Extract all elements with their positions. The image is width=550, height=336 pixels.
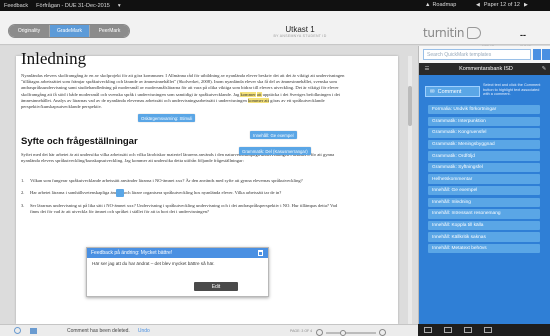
zoom-slider[interactable]	[326, 329, 376, 336]
list-item: 1. Vilkan som fungerar språkutvecklande a…	[21, 178, 303, 183]
highlighted-text[interactable]: kommer att	[247, 97, 269, 103]
print-icon[interactable]	[30, 327, 37, 334]
edit-button[interactable]: Edit	[194, 282, 238, 291]
zoom-out-icon[interactable]	[316, 329, 323, 336]
tab-grademark[interactable]: GradeMark	[49, 25, 89, 37]
scrollbar-thumb[interactable]	[408, 86, 412, 126]
roadmap-label: Roadmap	[432, 2, 457, 8]
panel-title: Kommentarsbank ISD	[459, 66, 513, 72]
list-view-icon[interactable]	[444, 327, 452, 333]
next-paper-icon[interactable]: ▶	[524, 2, 528, 8]
comment-bubble-icon[interactable]	[116, 189, 124, 197]
document-scrollbar[interactable]	[408, 56, 412, 324]
mode-tabs: Originality GradeMark PeerMark	[8, 24, 130, 38]
popup-title: Feedback på ändring: Mycket bättre!	[91, 250, 173, 256]
list-item: 2. Har arbetet lärarna i samhällsvetenska…	[21, 190, 282, 196]
document-title: Utkast 1	[285, 25, 315, 34]
status-bar: Comment has been deleted. Undo PAGE: 3 O…	[0, 324, 418, 336]
quickmark-item[interactable]: Grammatik: Kongruensfel	[428, 128, 540, 138]
quickmark-search-input[interactable]: Search QuickMark templates	[423, 49, 531, 60]
highlighted-text[interactable]: kommer	[240, 91, 256, 97]
quickmark-list-area: ✉ Comment Select text and click the Comm…	[419, 75, 550, 324]
grade-score[interactable]: --	[520, 30, 526, 40]
feedback-popup: Feedback på ändring: Mycket bättre! Här …	[86, 247, 269, 297]
help-icon[interactable]	[14, 327, 21, 334]
quickmark-item[interactable]: Innehåll: Metatext behövs	[428, 243, 540, 254]
quickmark-item[interactable]: Innehåll: Koppla till källa	[428, 220, 540, 231]
qm-view-icon[interactable]	[424, 327, 432, 333]
document-title-block: Utkast 1 BY ANSEMNYA STUDENT ID	[240, 25, 360, 38]
comment-tag[interactable]: Oskärgemsvarning: Stimuli	[138, 114, 196, 122]
quickmark-item[interactable]: Formalia: Undvik förkortningar	[428, 105, 540, 115]
zoom-control	[316, 329, 386, 336]
purpose-paragraph[interactable]: Syftet med det här arbetet är att unders…	[21, 152, 346, 176]
comment-tag[interactable]: Innehåll: Ge exempel	[250, 131, 297, 139]
status-message: Comment has been deleted.	[67, 327, 130, 334]
settings-view-icon[interactable]	[484, 327, 492, 333]
popup-body: Här ser jag att du har ändrat – det blev…	[92, 261, 215, 266]
comment-button-label: Comment	[437, 88, 462, 95]
turnitin-logo: turnitin	[423, 26, 482, 40]
quickmark-list: Formalia: Undvik förkortningar Grammatik…	[428, 105, 540, 256]
quickmark-item[interactable]: Innehåll: Intressant resonemang	[428, 209, 540, 219]
quickmark-panel: Search QuickMark templates ☰ Kommentarsb…	[418, 46, 550, 324]
trash-icon[interactable]	[258, 250, 263, 256]
quickmark-item[interactable]: Helhetskommentar	[428, 174, 540, 184]
text-tool-icon[interactable]	[542, 49, 550, 60]
header: Originality GradeMark PeerMark Utkast 1 …	[0, 11, 550, 48]
feedback-menu[interactable]: Feedback	[4, 3, 28, 9]
quickmark-item[interactable]: Innehåll: Källkritik saknas	[428, 232, 540, 242]
text-run: Nyanländas elevers skolframgång är en av	[21, 73, 101, 78]
quickmark-item[interactable]: Grammatik: Syftningsfel	[428, 162, 540, 173]
panel-header: ☰ Kommentarsbank ISD ✎	[419, 63, 550, 75]
assignment-menu[interactable]: Förfrågan - DUE 31-Dec-2015	[36, 3, 110, 9]
zoom-in-icon[interactable]	[379, 329, 386, 336]
roadmap-button[interactable]: ▲ Roadmap	[425, 2, 456, 8]
comment-icon: ✉	[430, 88, 435, 95]
tab-originality[interactable]: Originality	[9, 25, 49, 37]
quickmark-item[interactable]: Innehåll: Inledning	[428, 197, 540, 208]
document-heading: Inledning	[21, 49, 87, 68]
wrench-icon[interactable]: ✎	[537, 66, 550, 72]
panel-status-bar	[418, 324, 550, 336]
quickmark-item[interactable]: Grammatik: Ordföljd	[428, 151, 540, 161]
comment-button[interactable]: ✉ Comment	[425, 86, 480, 97]
turnitin-mark-icon	[467, 27, 482, 39]
top-bar: Feedback Förfrågan - DUE 31-Dec-2015 ▾ ▲…	[0, 0, 550, 11]
paper-indicator: Paper 12 of 12	[483, 2, 520, 8]
comment-hint: Select text and click the Comment button…	[483, 83, 541, 97]
prev-paper-icon[interactable]: ◀	[476, 2, 480, 8]
zoom-knob[interactable]	[340, 329, 346, 336]
brand-name: turnitin	[423, 26, 465, 40]
roadmap-icon: ▲	[425, 2, 431, 8]
assignment-dropdown-icon[interactable]: ▾	[118, 3, 121, 9]
grid-view-icon[interactable]	[464, 327, 472, 333]
panel-tools	[533, 49, 550, 60]
document-subtitle: BY ANSEMNYA STUDENT ID	[273, 34, 327, 38]
paper-pager: ◀ Paper 12 of 12 ▶	[476, 2, 528, 8]
quickmark-item[interactable]: Grammatik: Interpunktion	[428, 116, 540, 126]
page-counter: PAGE: 3 OF 4	[290, 328, 313, 333]
question-list: 1. Vilkan som fungerar språkutvecklande a…	[21, 178, 346, 215]
undo-link[interactable]: Undo	[138, 328, 150, 334]
list-item: 3. Ser lärarnas undervisning ut på lika s…	[21, 202, 338, 214]
quickmark-item[interactable]: Innehåll: Ge exempel	[428, 186, 540, 196]
turnitin-grademark-window: Feedback Förfrågan - DUE 31-Dec-2015 ▾ ▲…	[0, 0, 550, 336]
qm-tool-icon[interactable]	[533, 49, 541, 60]
section-heading: Syfte och frågeställningar	[21, 136, 138, 147]
popup-header: Feedback på ändring: Mycket bättre!	[87, 248, 268, 258]
quickmark-item[interactable]: Grammatik: Meningsbyggnad	[428, 139, 540, 150]
tab-peermark[interactable]: PeerMark	[89, 25, 129, 37]
comment-tag[interactable]: Grammatik: Del (Kasusmerrangar)	[239, 147, 311, 155]
text-run: skolprojekt	[100, 73, 121, 78]
hamburger-icon[interactable]: ☰	[419, 66, 435, 72]
